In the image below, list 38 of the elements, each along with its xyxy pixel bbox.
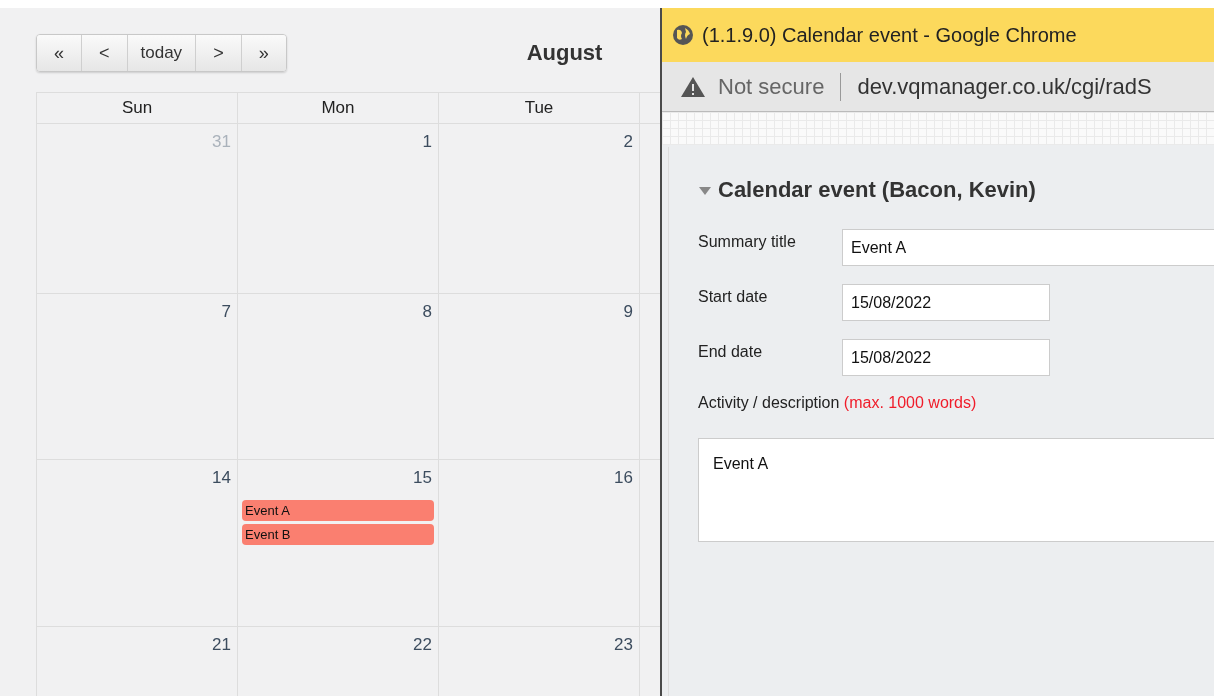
day-number: 9 bbox=[623, 302, 634, 322]
field-label: Start date bbox=[698, 287, 769, 306]
date-field[interactable]: 15/08/2022 bbox=[842, 284, 1050, 321]
field-label: End date bbox=[698, 342, 764, 361]
day-number: 15 bbox=[413, 468, 433, 488]
next-button[interactable]: > bbox=[196, 35, 242, 71]
day-number: 2 bbox=[623, 132, 634, 152]
warning-icon bbox=[680, 75, 706, 98]
weekday-header: Tue bbox=[524, 98, 554, 118]
description-label: Activity / description (max. 1000 words) bbox=[698, 394, 978, 412]
calendar-event[interactable]: Event B bbox=[242, 524, 434, 545]
day-number: 1 bbox=[422, 132, 433, 152]
day-number: 22 bbox=[413, 635, 433, 655]
day-number: 8 bbox=[422, 302, 433, 322]
weekday-header: Mon bbox=[321, 98, 355, 118]
title-field[interactable]: Event A bbox=[842, 229, 1214, 266]
security-label[interactable]: Not secure bbox=[718, 73, 825, 100]
weekday-header: Sun bbox=[121, 98, 153, 118]
month-title: August bbox=[526, 40, 603, 66]
day-number: 16 bbox=[614, 468, 634, 488]
today-button[interactable]: today bbox=[127, 35, 197, 71]
globe-icon bbox=[672, 24, 694, 46]
day-number: 21 bbox=[212, 635, 232, 655]
collapse-triangle-icon[interactable] bbox=[698, 184, 712, 196]
last-button[interactable]: » bbox=[241, 35, 286, 71]
form-heading: Calendar event (Bacon, Kevin) bbox=[718, 177, 1036, 203]
prev-button[interactable]: < bbox=[82, 35, 128, 71]
url-text[interactable]: dev.vqmanager.co.uk/cgi/radS bbox=[857, 73, 1152, 100]
day-number: 14 bbox=[212, 468, 232, 488]
window-title: (1.1.9.0) Calendar event - Google Chrome bbox=[702, 23, 1077, 47]
day-number: 23 bbox=[614, 635, 634, 655]
calendar-event[interactable]: Event A bbox=[242, 500, 434, 521]
description-field[interactable]: Event A bbox=[698, 438, 1214, 542]
day-number: 7 bbox=[221, 302, 232, 322]
day-number: 31 bbox=[212, 132, 232, 152]
first-button[interactable]: « bbox=[37, 35, 82, 71]
date-field[interactable]: 15/08/2022 bbox=[842, 339, 1050, 376]
field-label: Summary title bbox=[698, 232, 797, 251]
